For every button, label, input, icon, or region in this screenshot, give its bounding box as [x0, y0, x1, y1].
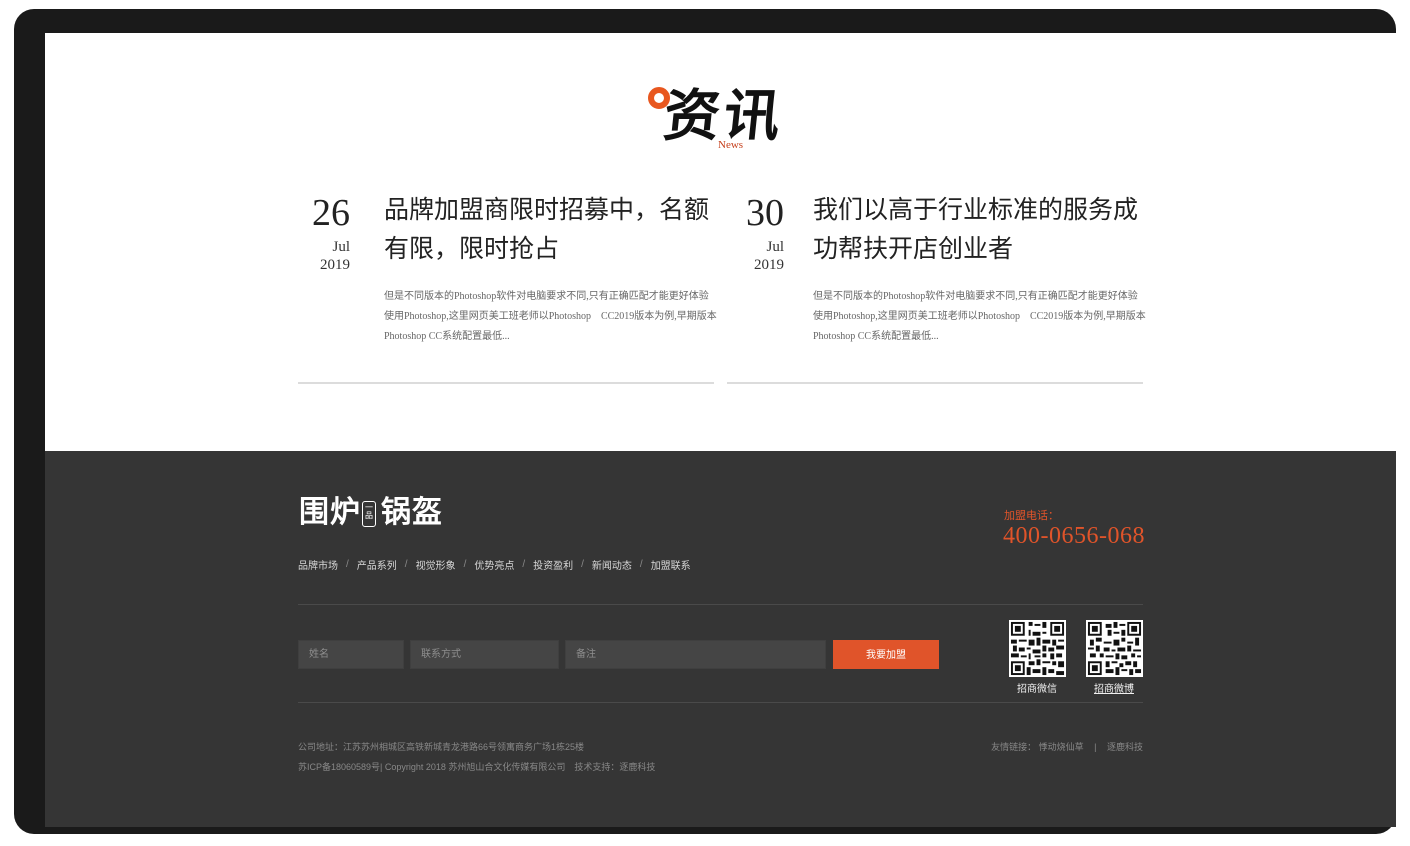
phone-label: 加盟电话： [1004, 510, 1059, 522]
brand-logo[interactable]: 围炉 一品 锅盔 [299, 495, 459, 535]
news-year: 2019 [754, 257, 784, 273]
note-input[interactable] [565, 640, 826, 669]
friend-link-separator: | [1094, 742, 1097, 752]
friend-links-label: 友情链接： [991, 742, 1037, 752]
nav-separator: / [581, 559, 584, 570]
nav-item-products[interactable]: 产品系列 [357, 557, 397, 572]
news-month: Jul [766, 239, 784, 255]
join-button[interactable]: 我要加盟 [833, 640, 939, 669]
phone-number[interactable]: 400-0656-068 [1003, 523, 1145, 550]
friend-link[interactable]: 逐鹿科技 [1107, 742, 1143, 752]
news-summary: 但是不同版本的Photoshop软件对电脑要求不同,只有正确匹配才能更好体验使用… [813, 291, 1146, 342]
nav-item-advantages[interactable]: 优势亮点 [474, 557, 514, 572]
nav-item-contact[interactable]: 加盟联系 [651, 557, 691, 572]
logo-seal: 一品 [362, 501, 376, 527]
company-address: 公司地址：江苏苏州相城区高铁新城青龙港路66号领寓商务广场1栋25楼 [298, 742, 585, 752]
footer-nav: 品牌市场 / 产品系列 / 视觉形象 / 优势亮点 / 投资盈利 / 新闻动态 … [298, 557, 691, 572]
qr-label-weibo[interactable]: 招商微博 [1079, 680, 1149, 695]
footer [45, 451, 1396, 827]
news-divider [727, 382, 1143, 384]
qr-code-icon [1086, 620, 1143, 677]
device-frame: 资讯 News 26 Jul 2019 品牌加盟商限时招募中，名额有限，限时抢占… [14, 9, 1396, 834]
nav-separator: / [346, 559, 349, 570]
news-summary: 但是不同版本的Photoshop软件对电脑要求不同,只有正确匹配才能更好体验使用… [384, 291, 717, 342]
news-day: 26 [312, 192, 350, 234]
news-divider [298, 382, 714, 384]
footer-divider [298, 702, 1143, 703]
friend-link[interactable]: 悸动烧仙草 [1039, 742, 1084, 752]
news-title[interactable]: 我们以高于行业标准的服务成功帮扶开店创业者 [813, 191, 1153, 269]
page-viewport: 资讯 News 26 Jul 2019 品牌加盟商限时招募中，名额有限，限时抢占… [45, 33, 1396, 827]
news-section: 资讯 News 26 Jul 2019 品牌加盟商限时招募中，名额有限，限时抢占… [45, 33, 1396, 451]
news-month: Jul [332, 239, 350, 255]
qr-code-icon [1009, 620, 1066, 677]
nav-item-news[interactable]: 新闻动态 [592, 557, 632, 572]
name-input[interactable] [298, 640, 404, 669]
news-title[interactable]: 品牌加盟商限时招募中，名额有限，限时抢占 [384, 191, 724, 269]
nav-item-investment[interactable]: 投资盈利 [533, 557, 573, 572]
nav-item-brand-market[interactable]: 品牌市场 [298, 557, 338, 572]
news-day: 30 [746, 192, 784, 234]
copyright-info: 苏ICP备18060589号| Copyright 2018 苏州旭山合文化传媒… [298, 762, 656, 772]
nav-separator: / [463, 559, 467, 570]
nav-separator: / [522, 559, 526, 570]
nav-separator: / [639, 559, 643, 570]
logo-text-part2: 锅盔 [381, 495, 443, 530]
friend-links: 友情链接： 悸动烧仙草 | 逐鹿科技 [991, 740, 1143, 753]
footer-divider [298, 604, 1143, 605]
nav-item-visual-identity[interactable]: 视觉形象 [416, 557, 456, 572]
section-heading: 资讯 News [648, 81, 808, 161]
logo-text-part1: 围炉 [299, 495, 361, 530]
nav-separator: / [404, 559, 408, 570]
qr-label-wechat[interactable]: 招商微信 [1002, 680, 1072, 695]
news-item[interactable]: 26 Jul 2019 品牌加盟商限时招募中，名额有限，限时抢占 但是不同版本的… [298, 191, 728, 386]
news-year: 2019 [320, 257, 350, 273]
contact-input[interactable] [410, 640, 559, 669]
section-subtitle: News [718, 139, 744, 151]
news-item[interactable]: 30 Jul 2019 我们以高于行业标准的服务成功帮扶开店创业者 但是不同版本… [727, 191, 1157, 386]
